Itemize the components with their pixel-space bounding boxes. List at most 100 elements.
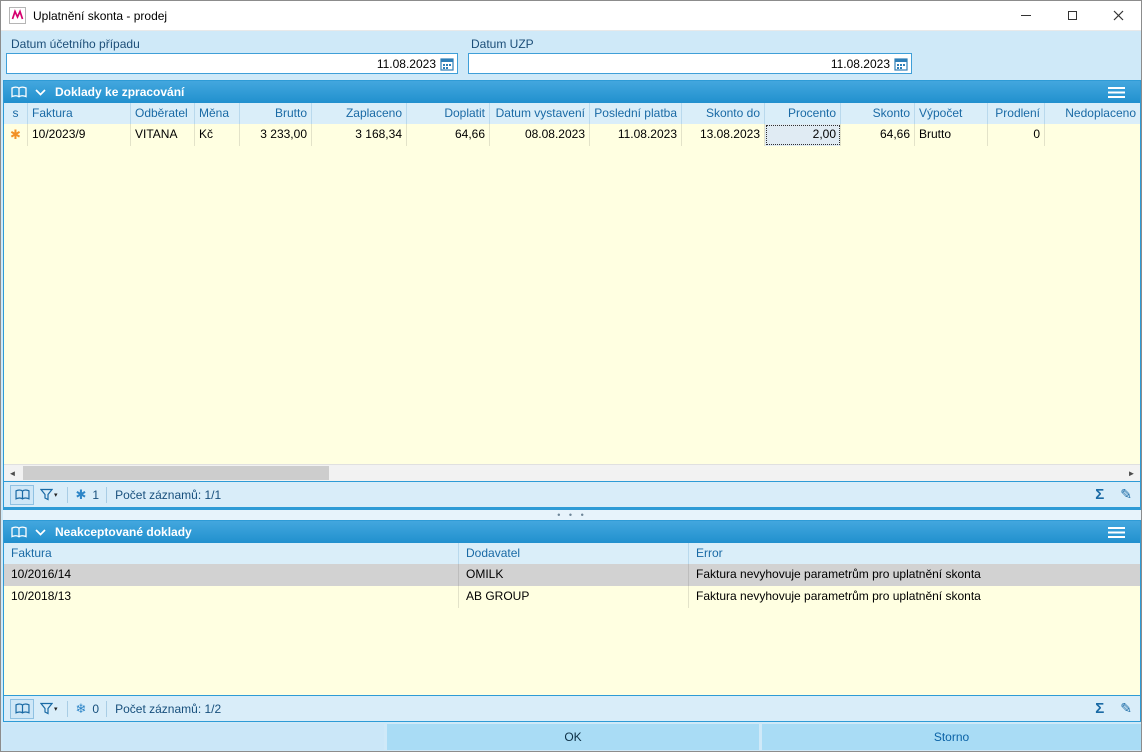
minimize-button[interactable] (1003, 1, 1049, 30)
filter-caret-icon: ▾ (54, 491, 58, 499)
label-datum-uzp: Datum UZP (471, 37, 534, 51)
cell-faktura: 10/2018/13 (4, 586, 459, 608)
ok-button[interactable]: OK (387, 724, 759, 750)
cell-posledni-platba: 11.08.2023 (590, 124, 682, 146)
calendar-icon[interactable] (440, 57, 454, 71)
column-header-s[interactable]: s (4, 103, 28, 124)
column-header-posledni-platba[interactable]: Poslední platba (590, 103, 682, 124)
panel-doklady-ke-zpracovani: Doklady ke zpracování s Faktura Odběrate… (3, 80, 1141, 508)
panel2-statusbar: ▾ ❄ 0 Počet záznamů: 1/2 Σ ✎ (4, 695, 1140, 721)
book-button[interactable] (10, 698, 34, 719)
panel1-table-empty-area (4, 146, 1140, 464)
cell-skonto-do: 13.08.2023 (682, 124, 765, 146)
column-header-mena[interactable]: Měna (195, 103, 240, 124)
cell-zaplaceno: 3 168,34 (312, 124, 407, 146)
cell-faktura: 10/2023/9 (28, 124, 131, 146)
column-header-skonto-do[interactable]: Skonto do (682, 103, 765, 124)
panel2-header: Neakceptované doklady (4, 521, 1140, 543)
filter-icon[interactable]: ▾ (40, 488, 58, 501)
cell-procento-focused[interactable]: 2,00 (765, 124, 841, 146)
sum-icon[interactable]: Σ (1095, 700, 1104, 717)
cell-faktura: 10/2016/14 (4, 564, 459, 586)
splitter-dots: • • • (557, 510, 587, 520)
book-button[interactable] (10, 484, 34, 505)
sum-icon[interactable]: Σ (1095, 486, 1104, 503)
menu-icon[interactable] (1108, 86, 1125, 99)
close-button[interactable] (1095, 1, 1141, 30)
window: Uplatnění skonta - prodej Datum účetního… (0, 0, 1142, 752)
column-header-brutto[interactable]: Brutto (240, 103, 312, 124)
titlebar: Uplatnění skonta - prodej (1, 1, 1141, 31)
snowflake-badge-icon: ❄ (75, 700, 87, 716)
column-header-zaplaceno[interactable]: Zaplaceno (312, 103, 407, 124)
scroll-right-button[interactable]: ► (1123, 465, 1140, 481)
table-row[interactable]: ✱ 10/2023/9 VITANA Kč 3 233,00 3 168,34 … (4, 124, 1140, 146)
separator (66, 700, 68, 717)
filter-icon[interactable]: ▾ (40, 702, 58, 715)
column-header-faktura[interactable]: Faktura (4, 543, 459, 564)
panel1-header: Doklady ke zpracování (4, 81, 1140, 103)
maximize-icon (1067, 11, 1077, 20)
panel2-table-empty-area (4, 608, 1140, 695)
storno-button[interactable]: Storno (762, 724, 1141, 750)
column-header-datum-vystaveni[interactable]: Datum vystavení (490, 103, 590, 124)
datum-uzp-input[interactable]: 11.08.2023 (468, 53, 912, 74)
column-header-error[interactable]: Error (689, 543, 1140, 564)
cell-datum-vystaveni: 08.08.2023 (490, 124, 590, 146)
book-icon[interactable] (11, 85, 27, 99)
row-marker-icon: ✱ (10, 127, 21, 142)
form-area: Datum účetního případu Datum UZP 11.08.2… (1, 31, 1141, 80)
panel1-title: Doklady ke zpracování (55, 85, 185, 99)
column-header-procento[interactable]: Procento (765, 103, 841, 124)
datum-ucetniho-pripadu-input[interactable]: 11.08.2023 (6, 53, 458, 74)
date-value: 11.08.2023 (376, 56, 436, 71)
cell-odberatel: VITANA (131, 124, 195, 146)
maximize-button[interactable] (1049, 1, 1095, 30)
cell-dodavatel: OMILK (459, 564, 689, 586)
scrollbar-track[interactable] (21, 465, 1123, 481)
button-bar-left-area (3, 724, 384, 750)
book-icon[interactable] (11, 525, 27, 539)
menu-icon[interactable] (1108, 526, 1125, 539)
column-header-doplatit[interactable]: Doplatit (407, 103, 490, 124)
chevron-down-icon[interactable] (35, 528, 46, 536)
separator (106, 700, 108, 717)
column-header-nedoplaceno[interactable]: Nedoplaceno (1045, 103, 1140, 124)
column-header-prodleni[interactable]: Prodlení (988, 103, 1045, 124)
column-header-skonto[interactable]: Skonto (841, 103, 915, 124)
cell-doplatit: 64,66 (407, 124, 490, 146)
scrollbar-thumb[interactable] (23, 466, 329, 480)
cell-prodleni: 0 (988, 124, 1045, 146)
panel2-title: Neakceptované doklady (55, 525, 192, 539)
column-header-dodavatel[interactable]: Dodavatel (459, 543, 689, 564)
cell-dodavatel: AB GROUP (459, 586, 689, 608)
column-header-odberatel[interactable]: Odběratel (131, 103, 195, 124)
splitter-handle[interactable]: • • • (3, 508, 1141, 520)
table-row-selected[interactable]: 10/2016/14 OMILK Faktura nevyhovuje para… (4, 564, 1140, 586)
asterisk-badge-icon: ✱ (75, 486, 87, 502)
edit-icon[interactable]: ✎ (1120, 486, 1132, 503)
cell-mena: Kč (195, 124, 240, 146)
chevron-down-icon[interactable] (35, 88, 46, 96)
scroll-left-button[interactable]: ◄ (4, 465, 21, 481)
filter-caret-icon: ▾ (54, 705, 58, 713)
record-count-text: Počet záznamů: 1/1 (115, 487, 222, 502)
horizontal-scrollbar[interactable]: ◄ ► (4, 464, 1140, 481)
calendar-icon[interactable] (894, 57, 908, 71)
column-header-faktura[interactable]: Faktura (28, 103, 131, 124)
panel2-table-header: Faktura Dodavatel Error (4, 543, 1140, 564)
cell-nedoplaceno (1045, 124, 1140, 146)
edit-icon[interactable]: ✎ (1120, 700, 1132, 717)
close-icon (1113, 10, 1123, 21)
separator (106, 486, 108, 503)
panel1-table-header: s Faktura Odběratel Měna Brutto Zaplacen… (4, 103, 1140, 124)
badge-count: 0 (92, 701, 100, 716)
cell-error: Faktura nevyhovuje parametrům pro uplatn… (696, 567, 981, 581)
minimize-icon (1021, 15, 1031, 16)
panel-neakceptovane-doklady: Neakceptované doklady Faktura Dodavatel … (3, 520, 1141, 722)
table-row[interactable]: 10/2018/13 AB GROUP Faktura nevyhovuje p… (4, 586, 1140, 608)
cell-skonto: 64,66 (841, 124, 915, 146)
app-icon (9, 7, 26, 24)
column-header-vypocet[interactable]: Výpočet (915, 103, 988, 124)
panel1-statusbar: ▾ ✱ 1 Počet záznamů: 1/1 Σ ✎ (4, 481, 1140, 507)
